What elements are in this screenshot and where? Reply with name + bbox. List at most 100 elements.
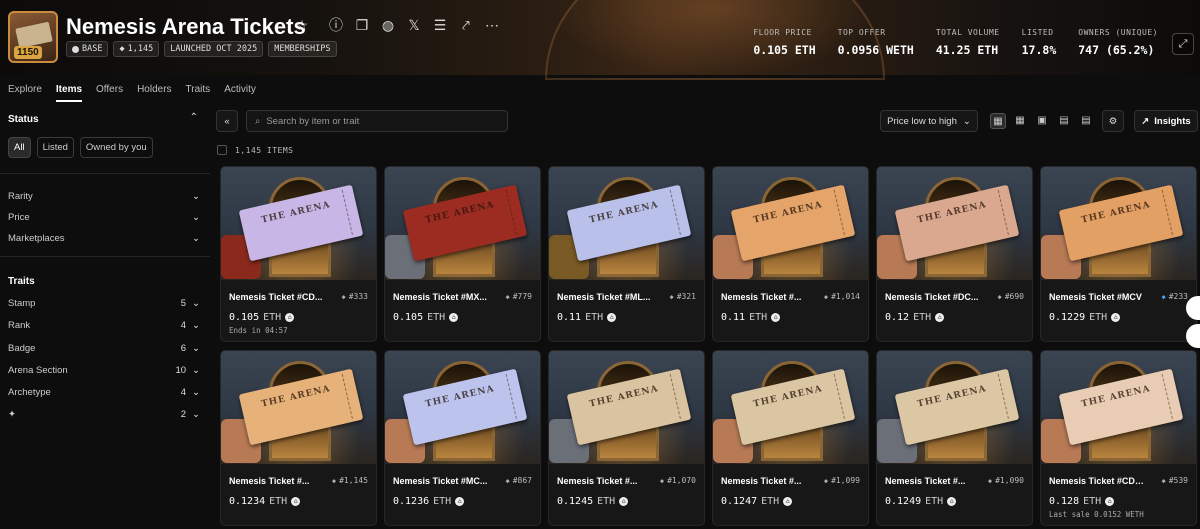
item-rank: ◆ #333	[342, 292, 368, 301]
select-all-checkbox[interactable]	[217, 145, 227, 155]
price-unit: ETH	[263, 312, 282, 323]
chevron-up-icon[interactable]: ⌃	[190, 112, 198, 123]
rank-value: #690	[1004, 292, 1024, 301]
item-card[interactable]: THE ARENA Nemesis Ticket #DC... ◆ #690 0.12 E…	[876, 166, 1033, 342]
ticket-perforation	[1161, 373, 1173, 419]
filter-label: Rarity	[8, 191, 33, 202]
chain-chip[interactable]: BASE	[66, 41, 109, 57]
collection-logo[interactable]: 1150	[8, 11, 58, 63]
grid-large-icon[interactable]: ▦	[990, 113, 1006, 129]
more-icon[interactable]: ⋯	[484, 17, 500, 33]
trait-label: Archetype	[8, 387, 51, 398]
item-card[interactable]: THE ARENA Nemesis Ticket #... ◆ #1,014 0.11 E…	[712, 166, 869, 342]
price-unit: ETH	[761, 496, 780, 507]
expand-icon[interactable]: ⤢	[1172, 33, 1194, 55]
trait-label: ✦	[8, 409, 16, 420]
tab-holders[interactable]: Holders	[137, 84, 171, 102]
collection-header: 1150 Nemesis Arena Tickets ☆ ⓘ ❐ ◍ 𝕏 ☰ ⤤…	[0, 0, 1200, 80]
item-rank: ◆ #1,099	[824, 476, 860, 485]
chevron-down-icon: ⌄	[192, 409, 200, 420]
stat-total-volume: TOTAL VOLUME 41.25 ETH	[936, 28, 1000, 57]
price-value: 0.105	[229, 312, 260, 323]
item-subtext: Last sale 0.0152 WETH	[1049, 510, 1144, 519]
status-all[interactable]: All	[8, 137, 31, 158]
item-price: 0.11 ETH ⌂	[557, 312, 617, 323]
trait-arena-section[interactable]: Arena Section 10 ⌄	[8, 365, 200, 376]
rank-icon: ◆	[1161, 476, 1166, 485]
status-owned[interactable]: Owned by you	[79, 137, 153, 158]
item-card[interactable]: THE ARENA Nemesis Ticket #... ◆ #1,070 0.124…	[548, 350, 705, 526]
ticket-perforation	[341, 189, 353, 235]
search-input[interactable]: ⌕ Search by item or trait	[246, 110, 508, 132]
item-card[interactable]: THE ARENA Nemesis Ticket #... ◆ #1,099 0.124…	[712, 350, 869, 526]
ticket-art-lettering: THE ARENA	[424, 200, 496, 226]
filter-price[interactable]: Price ⌄	[8, 212, 200, 223]
grid-compact-icon[interactable]: ▣	[1034, 113, 1050, 129]
item-image: THE ARENA	[385, 167, 540, 280]
list-icon[interactable]: ▤	[1056, 113, 1072, 129]
price-value: 0.12	[885, 312, 910, 323]
item-card[interactable]: THE ARENA Nemesis Ticket #MX... ◆ #779 0.105…	[384, 166, 541, 342]
trait-label: Rank	[8, 320, 31, 331]
layers-icon[interactable]: ☰	[432, 17, 448, 33]
sort-dropdown[interactable]: Price low to high ⌄	[880, 110, 978, 132]
chip-label: 1,145	[127, 44, 154, 54]
item-name: Nemesis Ticket #...	[557, 476, 638, 486]
copy-icon[interactable]: ❐	[354, 17, 370, 33]
ticket-art-lettering: THE ARENA	[1080, 200, 1152, 226]
trait-stamp[interactable]: Stamp 5 ⌄	[8, 298, 200, 309]
item-price: 0.1245 ETH ⌂	[557, 496, 629, 507]
tab-explore[interactable]: Explore	[8, 84, 42, 102]
globe-icon[interactable]: ◍	[380, 17, 396, 33]
table-icon[interactable]: ▤	[1078, 113, 1094, 129]
x-icon[interactable]: 𝕏	[406, 17, 422, 33]
stat-value: 0.0956 WETH	[837, 43, 914, 57]
filter-rarity[interactable]: Rarity ⌄	[8, 191, 200, 202]
item-card[interactable]: THE ARENA Nemesis Ticket #MC... ◆ #867 0.123…	[384, 350, 541, 526]
chat-widget-icon[interactable]	[1186, 324, 1200, 348]
price-unit: ETH	[585, 312, 604, 323]
tab-activity[interactable]: Activity	[224, 84, 256, 102]
ticket-art-lettering: THE ARENA	[424, 384, 496, 410]
supply-chip: ◆ 1,145	[113, 41, 160, 57]
item-card[interactable]: THE ARENA Nemesis Ticket #... ◆ #1,090 0.124…	[876, 350, 1033, 526]
category-chip[interactable]: MEMBERSHIPS	[268, 41, 337, 57]
trait-sparkle[interactable]: ✦ 2 ⌄	[8, 409, 200, 420]
trait-count: 5	[180, 298, 187, 309]
item-price: 0.105 ETH ⌂	[229, 312, 295, 323]
item-price: 0.11 ETH ⌂	[721, 312, 781, 323]
item-image: THE ARENA	[221, 167, 376, 280]
item-card[interactable]: THE ARENA Nemesis Ticket #MCV ◆ #233 0.1229 E…	[1040, 166, 1197, 342]
star-icon[interactable]: ☆	[294, 17, 310, 33]
trait-archetype[interactable]: Archetype 4 ⌄	[8, 387, 200, 398]
item-card[interactable]: THE ARENA Nemesis Ticket #CD... ◆ #333 0.105…	[220, 166, 377, 342]
price-unit: ETH	[597, 496, 616, 507]
share-icon[interactable]: ⤤	[458, 17, 474, 33]
status-options: All Listed Owned by you	[8, 137, 153, 158]
tab-traits[interactable]: Traits	[186, 84, 211, 102]
filter-marketplaces[interactable]: Marketplaces ⌄	[8, 233, 200, 244]
grid-small-icon[interactable]: ▦	[1012, 113, 1028, 129]
item-card[interactable]: THE ARENA Nemesis Ticket #... ◆ #1,145 0.123…	[220, 350, 377, 526]
item-name: Nemesis Ticket #MX...	[393, 292, 487, 302]
tab-offers[interactable]: Offers	[96, 84, 123, 102]
settings-icon[interactable]: ⚙	[1102, 110, 1124, 132]
trait-badge[interactable]: Badge 6 ⌄	[8, 343, 200, 354]
trait-rank[interactable]: Rank 4 ⌄	[8, 320, 200, 331]
info-icon[interactable]: ⓘ	[328, 17, 344, 33]
ticket-art-lettering: THE ARENA	[752, 384, 824, 410]
marketplace-icon: ⌂	[1111, 313, 1121, 322]
price-value: 0.105	[393, 312, 424, 323]
ticket-art-lettering: THE ARENA	[1080, 384, 1152, 410]
item-card[interactable]: THE ARENA Nemesis Ticket #CDLII ◆ #539 0.128…	[1040, 350, 1197, 526]
item-card[interactable]: THE ARENA Nemesis Ticket #ML... ◆ #321 0.11 E…	[548, 166, 705, 342]
collapse-sidebar-icon[interactable]: «	[216, 110, 238, 132]
item-price: 0.1236 ETH ⌂	[393, 496, 465, 507]
marketplace-icon: ⌂	[783, 497, 793, 506]
item-price: 0.128 ETH ⌂	[1049, 496, 1115, 507]
insights-button[interactable]: ↗ Insights	[1134, 110, 1198, 132]
rank-value: #1,090	[995, 476, 1024, 485]
status-listed[interactable]: Listed	[36, 137, 74, 158]
item-rank: ◆ #1,090	[988, 476, 1024, 485]
tab-items[interactable]: Items	[55, 84, 83, 102]
